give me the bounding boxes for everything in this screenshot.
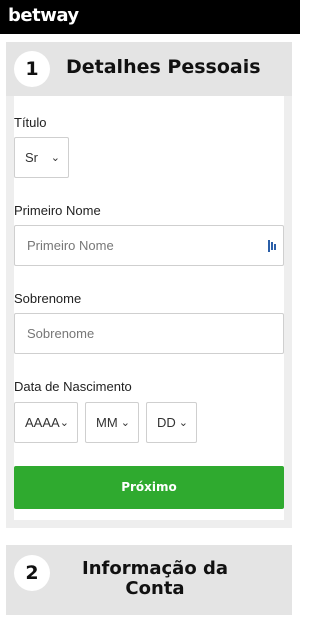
chevron-down-icon: ⌄ <box>59 416 69 429</box>
chevron-down-icon: ⌄ <box>50 151 60 164</box>
title-select-value: Sr <box>25 150 38 165</box>
personal-details-section: 1 Detalhes Pessoais <box>6 42 292 528</box>
betway-logo[interactable]: betway <box>8 5 79 26</box>
surname-input[interactable]: Sobrenome <box>14 313 284 354</box>
dob-month-value: MM <box>96 415 118 430</box>
key-icon[interactable] <box>268 240 277 252</box>
dob-label: Data de Nascimento <box>14 379 132 394</box>
chevron-down-icon: ⌄ <box>178 416 188 429</box>
chevron-down-icon: ⌄ <box>120 416 130 429</box>
next-button[interactable]: Próximo <box>14 466 284 509</box>
surname-placeholder: Sobrenome <box>27 326 95 341</box>
first-name-input[interactable]: Primeiro Nome <box>14 225 284 266</box>
title-label: Título <box>14 115 47 130</box>
title-select[interactable]: Sr ⌄ <box>14 137 69 178</box>
account-info-section[interactable]: 2 Informação da Conta <box>6 545 292 615</box>
dob-year-select[interactable]: AAAA ⌄ <box>14 402 78 443</box>
dob-month-select[interactable]: MM ⌄ <box>85 402 139 443</box>
dob-year-value: AAAA <box>25 415 60 430</box>
step-2-title: Informação da Conta <box>82 558 228 599</box>
first-name-placeholder: Primeiro Nome <box>27 238 114 253</box>
top-bar: betway <box>0 0 300 34</box>
step-1-title: Detalhes Pessoais <box>66 56 261 78</box>
step-1-header[interactable]: 1 Detalhes Pessoais <box>6 42 292 96</box>
dob-day-select[interactable]: DD ⌄ <box>146 402 197 443</box>
step-2-number: 2 <box>14 555 50 591</box>
step-1-number: 1 <box>14 51 50 87</box>
dob-day-value: DD <box>157 415 176 430</box>
surname-label: Sobrenome <box>14 291 82 306</box>
first-name-label: Primeiro Nome <box>14 203 101 218</box>
